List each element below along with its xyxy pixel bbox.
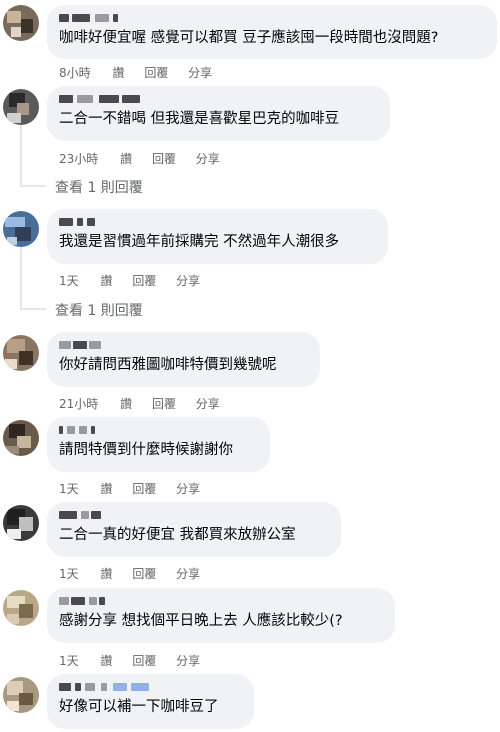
share-button[interactable]: 分享 — [176, 567, 200, 581]
avatar[interactable] — [3, 211, 39, 247]
view-replies-link[interactable]: 查看 1 則回覆 — [55, 300, 143, 320]
commenter-name[interactable] — [59, 11, 485, 25]
comment-bubble: 請問特價到什麼時候謝謝你 — [47, 417, 270, 472]
comment-timestamp[interactable]: 1天 — [59, 274, 79, 288]
reply-button[interactable]: 回覆 — [132, 654, 156, 668]
comment-timestamp[interactable]: 23小時 — [59, 152, 98, 166]
reply-button[interactable]: 回覆 — [132, 274, 156, 288]
comment-text: 二合一真的好便宜 我都買來放辦公室 — [59, 527, 296, 543]
share-button[interactable]: 分享 — [196, 152, 220, 166]
like-button[interactable]: 讚 — [120, 152, 132, 166]
comment-timestamp[interactable]: 1天 — [59, 567, 79, 581]
share-button[interactable]: 分享 — [196, 397, 220, 411]
thread-line — [20, 124, 22, 186]
share-button[interactable]: 分享 — [176, 274, 200, 288]
commenter-name[interactable] — [59, 508, 329, 522]
reply-button[interactable]: 回覆 — [144, 66, 168, 80]
commenter-name[interactable] — [59, 92, 378, 106]
avatar[interactable] — [3, 590, 39, 626]
like-button[interactable]: 讚 — [100, 274, 112, 288]
comment-actions: 8小時 讚 回覆 分享 — [59, 64, 228, 81]
comment-text: 感謝分享 想找個平日晚上去 人應該比較少(? — [59, 613, 343, 629]
comment-timestamp[interactable]: 8小時 — [59, 66, 91, 80]
reply-button[interactable]: 回覆 — [152, 397, 176, 411]
comment-bubble: 好像可以補一下咖啡豆了 — [47, 674, 254, 729]
reply-button[interactable]: 回覆 — [132, 567, 156, 581]
comment-actions: 1天 讚 回覆 分享 — [59, 652, 216, 669]
comment-bubble: 我還是習慣過年前採購完 不然過年人潮很多 — [47, 209, 388, 264]
like-button[interactable]: 讚 — [112, 66, 124, 80]
like-button[interactable]: 讚 — [100, 567, 112, 581]
comment-bubble: 你好請問西雅圖咖啡特價到幾號呢 — [47, 332, 320, 387]
comment-actions: 21小時 讚 回覆 分享 — [59, 395, 236, 412]
like-button[interactable]: 讚 — [120, 397, 132, 411]
share-button[interactable]: 分享 — [176, 654, 200, 668]
like-button[interactable]: 讚 — [100, 482, 112, 496]
comment-bubble: 咖啡好便宜喔 感覺可以都買 豆子應該囤一段時間也沒問題? — [47, 5, 497, 59]
commenter-name[interactable] — [59, 680, 242, 694]
view-replies-link[interactable]: 查看 1 則回覆 — [55, 177, 143, 197]
comment-timestamp[interactable]: 21小時 — [59, 397, 98, 411]
reply-button[interactable]: 回覆 — [152, 152, 176, 166]
comment-timestamp[interactable]: 1天 — [59, 654, 79, 668]
avatar[interactable] — [3, 420, 39, 456]
share-button[interactable]: 分享 — [188, 66, 212, 80]
commenter-name[interactable] — [59, 423, 258, 437]
thread-line — [20, 308, 46, 310]
avatar[interactable] — [3, 5, 39, 41]
comment-bubble: 二合一不錯喝 但我還是喜歡星巴克的咖啡豆 — [47, 86, 390, 141]
comment-text: 好像可以補一下咖啡豆了 — [59, 699, 219, 715]
comment-bubble: 感謝分享 想找個平日晚上去 人應該比較少(? — [47, 588, 395, 643]
commenter-name[interactable] — [59, 338, 308, 352]
comment-text: 你好請問西雅圖咖啡特價到幾號呢 — [59, 357, 277, 373]
comment-actions: 1天 讚 回覆 分享 — [59, 272, 216, 289]
avatar[interactable] — [3, 677, 39, 713]
commenter-name[interactable] — [59, 594, 383, 608]
thread-line — [20, 185, 46, 187]
avatar[interactable] — [3, 89, 39, 125]
share-button[interactable]: 分享 — [176, 482, 200, 496]
avatar[interactable] — [3, 505, 39, 541]
comment-bubble: 二合一真的好便宜 我都買來放辦公室 — [47, 502, 341, 557]
comment-text: 咖啡好便宜喔 感覺可以都買 豆子應該囤一段時間也沒問題? — [59, 30, 439, 46]
reply-button[interactable]: 回覆 — [132, 482, 156, 496]
comment-text: 二合一不錯喝 但我還是喜歡星巴克的咖啡豆 — [59, 111, 340, 127]
comment-actions: 1天 讚 回覆 分享 — [59, 480, 216, 497]
avatar[interactable] — [3, 335, 39, 371]
comment-actions: 23小時 讚 回覆 分享 — [59, 150, 236, 167]
commenter-name[interactable] — [59, 215, 376, 229]
comment-text: 請問特價到什麼時候謝謝你 — [59, 442, 233, 458]
comment-text: 我還是習慣過年前採購完 不然過年人潮很多 — [59, 234, 340, 250]
like-button[interactable]: 讚 — [100, 654, 112, 668]
comment-timestamp[interactable]: 1天 — [59, 482, 79, 496]
comment-actions: 1天 讚 回覆 分享 — [59, 565, 216, 582]
thread-line — [20, 243, 22, 309]
